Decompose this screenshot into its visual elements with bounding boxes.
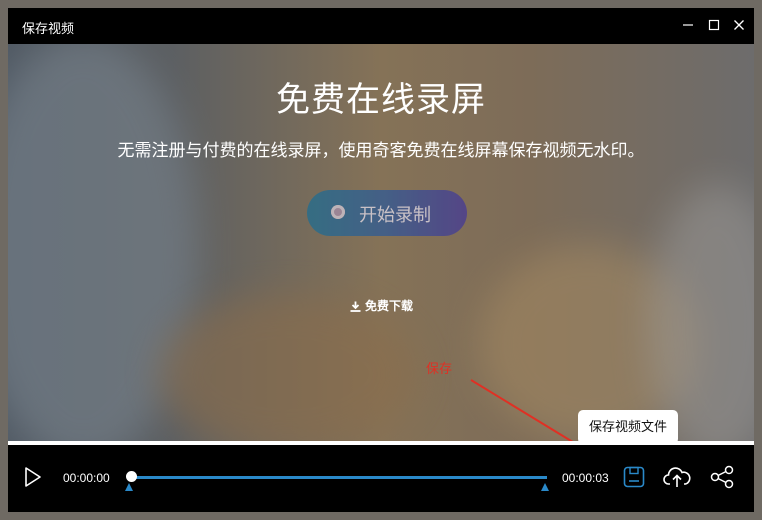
- trim-start-handle[interactable]: [125, 483, 133, 491]
- progress-knob[interactable]: [126, 471, 137, 482]
- annotation-label: 保存: [426, 361, 453, 376]
- total-time: 00:00:03: [562, 471, 609, 485]
- free-download-label: 免费下载: [365, 299, 414, 313]
- minimize-icon[interactable]: [682, 19, 694, 31]
- player-controls: 00:00:00 00:00:03: [8, 445, 754, 512]
- maximize-icon[interactable]: [708, 19, 720, 31]
- start-recording-button[interactable]: 开始录制: [307, 190, 467, 236]
- save-file-tooltip: 保存视频文件: [578, 410, 678, 444]
- download-icon: [350, 301, 361, 315]
- close-icon[interactable]: [733, 19, 745, 31]
- window-title: 保存视频: [22, 21, 75, 36]
- trim-end-handle[interactable]: [541, 483, 549, 491]
- progress-track[interactable]: [131, 476, 547, 479]
- free-download-link[interactable]: 免费下载: [350, 297, 413, 315]
- record-icon: [331, 205, 345, 219]
- save-video-window: 保存视频 免费在线录屏 无需注册与付费的在线录屏，使用奇客免费在线屏幕保存视频无…: [8, 8, 754, 512]
- save-file-icon[interactable]: [623, 466, 645, 493]
- video-preview[interactable]: 免费在线录屏 无需注册与付费的在线录屏，使用奇客免费在线屏幕保存视频无水印。 开…: [8, 44, 754, 442]
- title-bar: 保存视频: [8, 8, 754, 44]
- current-time: 00:00:00: [63, 471, 110, 485]
- video-headline: 免费在线录屏: [276, 81, 486, 119]
- upload-cloud-icon[interactable]: [663, 465, 691, 494]
- blurred-background-shape: [648, 184, 754, 442]
- play-icon[interactable]: [24, 467, 42, 492]
- video-subline: 无需注册与付费的在线录屏，使用奇客免费在线屏幕保存视频无水印。: [117, 141, 645, 160]
- start-recording-label: 开始录制: [359, 205, 431, 225]
- blurred-background-shape: [158, 294, 418, 442]
- share-icon[interactable]: [710, 465, 734, 494]
